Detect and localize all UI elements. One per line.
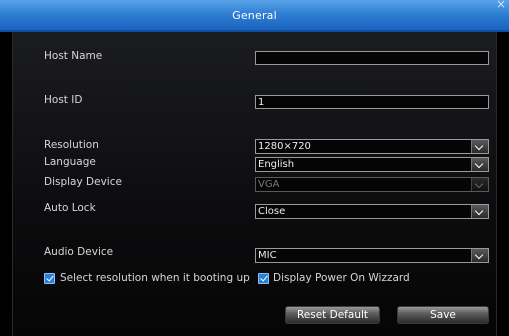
close-icon[interactable]: × bbox=[496, 0, 506, 11]
host-name-label: Host Name bbox=[44, 50, 103, 62]
display-device-value: VGA bbox=[258, 179, 280, 190]
chevron-down-icon[interactable] bbox=[471, 140, 488, 153]
reset-default-button[interactable]: Reset Default bbox=[285, 306, 380, 324]
host-id-input[interactable] bbox=[255, 95, 489, 109]
host-id-label: Host ID bbox=[44, 94, 83, 106]
language-select[interactable]: English bbox=[255, 157, 489, 172]
display-device-label: Display Device bbox=[44, 176, 122, 188]
display-device-select: VGA bbox=[255, 177, 489, 192]
general-settings-panel: Host Name Host ID Resolution 1280×720 La… bbox=[12, 32, 497, 336]
window-title: General bbox=[232, 9, 277, 22]
resolution-label: Resolution bbox=[44, 139, 99, 151]
display-wizard-label: Display Power On Wizzard bbox=[273, 272, 410, 284]
audio-device-label: Audio Device bbox=[44, 246, 114, 258]
chevron-down-icon[interactable] bbox=[471, 249, 488, 262]
auto-lock-value: Close bbox=[258, 206, 286, 217]
audio-device-value: MIC bbox=[258, 250, 277, 261]
language-value: English bbox=[258, 159, 295, 170]
auto-lock-select[interactable]: Close bbox=[255, 204, 489, 219]
language-label: Language bbox=[44, 156, 96, 168]
select-resolution-label: Select resolution when it booting up bbox=[60, 272, 250, 284]
display-wizard-checkbox[interactable] bbox=[258, 273, 269, 284]
chevron-down-icon bbox=[471, 178, 488, 191]
title-bar: General × bbox=[0, 0, 509, 32]
chevron-down-icon[interactable] bbox=[471, 158, 488, 171]
resolution-value: 1280×720 bbox=[258, 141, 311, 152]
chevron-down-icon[interactable] bbox=[471, 205, 488, 218]
host-name-input[interactable] bbox=[255, 51, 489, 65]
save-button[interactable]: Save bbox=[397, 306, 489, 324]
audio-device-select[interactable]: MIC bbox=[255, 248, 489, 263]
select-resolution-checkbox[interactable] bbox=[44, 273, 55, 284]
auto-lock-label: Auto Lock bbox=[44, 202, 96, 214]
resolution-select[interactable]: 1280×720 bbox=[255, 139, 489, 154]
